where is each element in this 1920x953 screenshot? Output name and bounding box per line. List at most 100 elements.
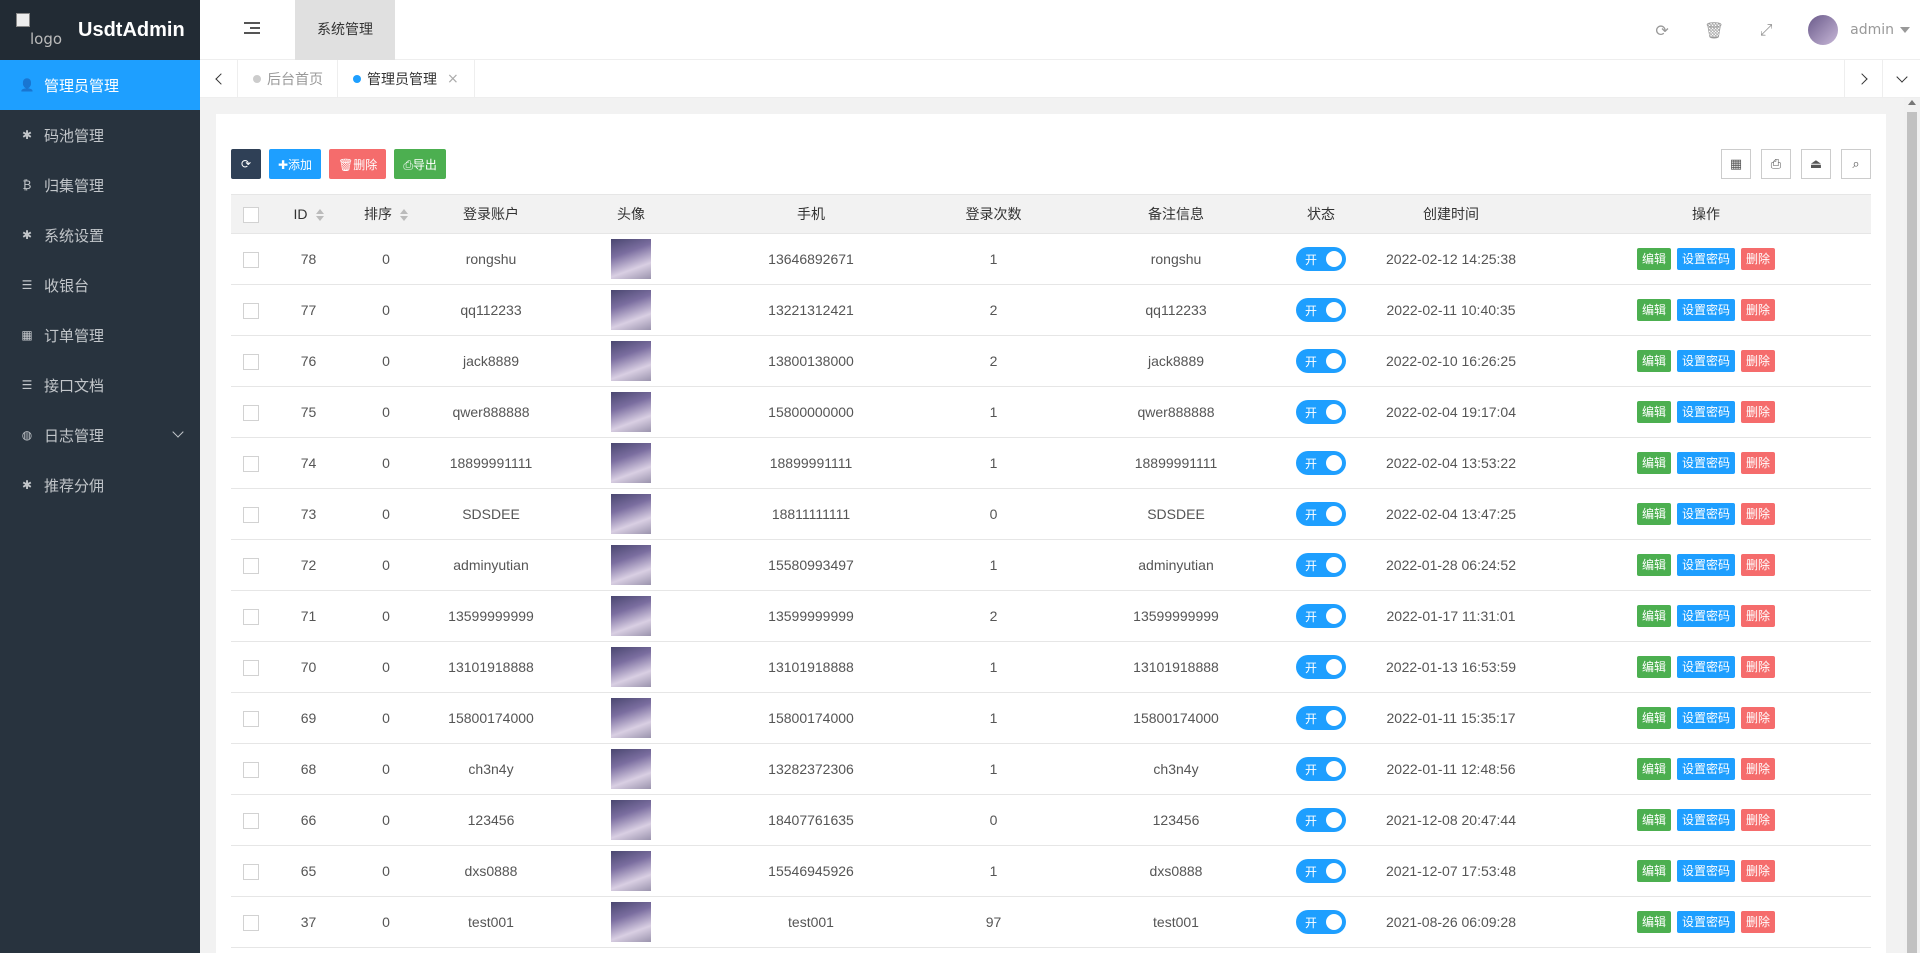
status-toggle[interactable]: 开: [1296, 553, 1346, 577]
delete-button[interactable]: 删除: [1741, 401, 1776, 423]
edit-button[interactable]: 编辑: [1636, 758, 1671, 780]
row-checkbox[interactable]: [243, 404, 259, 421]
page-scrollbar[interactable]: [1904, 98, 1920, 953]
status-toggle[interactable]: 开: [1296, 502, 1346, 526]
sidebar-item-3[interactable]: ✱ 系统设置: [0, 210, 200, 260]
fullscreen-icon[interactable]: ⤢: [1740, 20, 1792, 40]
delete-button[interactable]: 删除: [1741, 707, 1776, 729]
set-password-button[interactable]: 设置密码: [1676, 911, 1735, 933]
delete-button[interactable]: 删除: [1741, 860, 1776, 882]
columns-filter-icon[interactable]: ▦: [1721, 149, 1751, 179]
menu-toggle-icon[interactable]: [244, 22, 260, 36]
set-password-button[interactable]: 设置密码: [1676, 452, 1735, 474]
set-password-button[interactable]: 设置密码: [1676, 809, 1735, 831]
set-password-button[interactable]: 设置密码: [1676, 758, 1735, 780]
delete-button[interactable]: 删除: [1741, 248, 1776, 270]
set-password-button[interactable]: 设置密码: [1676, 503, 1735, 525]
sort-icon[interactable]: [315, 209, 324, 222]
sort-icon[interactable]: [400, 209, 408, 222]
export-tool-icon[interactable]: ⏏: [1801, 149, 1831, 179]
delete-button[interactable]: 删除: [1741, 299, 1776, 321]
set-password-button[interactable]: 设置密码: [1676, 350, 1735, 372]
sidebar-item-7[interactable]: ◍ 日志管理: [0, 410, 200, 460]
batch-delete-button[interactable]: 🗑删除: [329, 149, 387, 179]
sidebar-item-6[interactable]: ☰ 接口文档: [0, 360, 200, 410]
row-checkbox[interactable]: [243, 353, 259, 370]
row-checkbox[interactable]: [243, 863, 259, 880]
delete-button[interactable]: 删除: [1741, 809, 1776, 831]
edit-button[interactable]: 编辑: [1636, 605, 1671, 627]
delete-button[interactable]: 删除: [1741, 452, 1776, 474]
scrollbar-thumb[interactable]: [1907, 112, 1917, 953]
sidebar-item-4[interactable]: ☰ 收银台: [0, 260, 200, 310]
edit-button[interactable]: 编辑: [1636, 248, 1671, 270]
delete-button[interactable]: 删除: [1741, 911, 1776, 933]
print-icon[interactable]: ⎙: [1761, 149, 1791, 179]
status-toggle[interactable]: 开: [1296, 247, 1346, 271]
row-checkbox[interactable]: [243, 455, 259, 472]
status-toggle[interactable]: 开: [1296, 349, 1346, 373]
column-header-sort[interactable]: 排序: [346, 194, 426, 234]
edit-button[interactable]: 编辑: [1636, 656, 1671, 678]
edit-button[interactable]: 编辑: [1636, 299, 1671, 321]
search-icon[interactable]: ⌕: [1841, 149, 1871, 179]
sidebar-item-5[interactable]: ▦ 订单管理: [0, 310, 200, 360]
row-checkbox[interactable]: [243, 608, 259, 625]
sidebar-item-0[interactable]: 👤 管理员管理: [0, 60, 200, 110]
status-toggle[interactable]: 开: [1296, 604, 1346, 628]
edit-button[interactable]: 编辑: [1636, 911, 1671, 933]
tabs-next-button[interactable]: [1844, 60, 1882, 98]
edit-button[interactable]: 编辑: [1636, 401, 1671, 423]
status-toggle[interactable]: 开: [1296, 910, 1346, 934]
delete-button[interactable]: 删除: [1741, 350, 1776, 372]
status-toggle[interactable]: 开: [1296, 655, 1346, 679]
edit-button[interactable]: 编辑: [1636, 554, 1671, 576]
row-checkbox[interactable]: [243, 914, 259, 931]
tab-home[interactable]: 后台首页: [238, 60, 338, 98]
delete-button[interactable]: 删除: [1741, 758, 1776, 780]
set-password-button[interactable]: 设置密码: [1676, 656, 1735, 678]
set-password-button[interactable]: 设置密码: [1676, 299, 1735, 321]
row-checkbox[interactable]: [243, 302, 259, 319]
delete-button[interactable]: 删除: [1741, 503, 1776, 525]
column-header-id[interactable]: ID: [271, 194, 346, 234]
add-button[interactable]: ✚添加: [269, 149, 322, 179]
sidebar-item-1[interactable]: ✱ 码池管理: [0, 110, 200, 160]
status-toggle[interactable]: 开: [1296, 859, 1346, 883]
set-password-button[interactable]: 设置密码: [1676, 707, 1735, 729]
refresh-icon[interactable]: ⟳: [1636, 21, 1688, 40]
set-password-button[interactable]: 设置密码: [1676, 860, 1735, 882]
user-menu[interactable]: admin: [1792, 15, 1920, 45]
status-toggle[interactable]: 开: [1296, 298, 1346, 322]
export-button[interactable]: ⎙导出: [394, 149, 446, 179]
sidebar-item-8[interactable]: ✱ 推荐分佣: [0, 460, 200, 510]
delete-button[interactable]: 删除: [1741, 605, 1776, 627]
select-all-checkbox[interactable]: [243, 206, 259, 223]
edit-button[interactable]: 编辑: [1636, 350, 1671, 372]
delete-button[interactable]: 删除: [1741, 656, 1776, 678]
row-checkbox[interactable]: [243, 812, 259, 829]
status-toggle[interactable]: 开: [1296, 451, 1346, 475]
scroll-up-icon[interactable]: [1908, 100, 1916, 105]
status-toggle[interactable]: 开: [1296, 400, 1346, 424]
edit-button[interactable]: 编辑: [1636, 860, 1671, 882]
tabs-menu-button[interactable]: [1882, 60, 1920, 98]
status-toggle[interactable]: 开: [1296, 706, 1346, 730]
delete-button[interactable]: 删除: [1741, 554, 1776, 576]
status-toggle[interactable]: 开: [1296, 808, 1346, 832]
sidebar-item-2[interactable]: ₿ 归集管理: [0, 160, 200, 210]
tab-system-management[interactable]: 系统管理: [295, 0, 395, 60]
set-password-button[interactable]: 设置密码: [1676, 401, 1735, 423]
row-checkbox[interactable]: [243, 659, 259, 676]
row-checkbox[interactable]: [243, 251, 259, 268]
tabs-prev-button[interactable]: [200, 60, 238, 98]
set-password-button[interactable]: 设置密码: [1676, 554, 1735, 576]
row-checkbox[interactable]: [243, 557, 259, 574]
row-checkbox[interactable]: [243, 506, 259, 523]
edit-button[interactable]: 编辑: [1636, 809, 1671, 831]
row-checkbox[interactable]: [243, 710, 259, 727]
trash-icon[interactable]: 🗑: [1688, 21, 1740, 40]
set-password-button[interactable]: 设置密码: [1676, 605, 1735, 627]
edit-button[interactable]: 编辑: [1636, 503, 1671, 525]
logo-area[interactable]: logo UsdtAdmin: [0, 0, 200, 60]
